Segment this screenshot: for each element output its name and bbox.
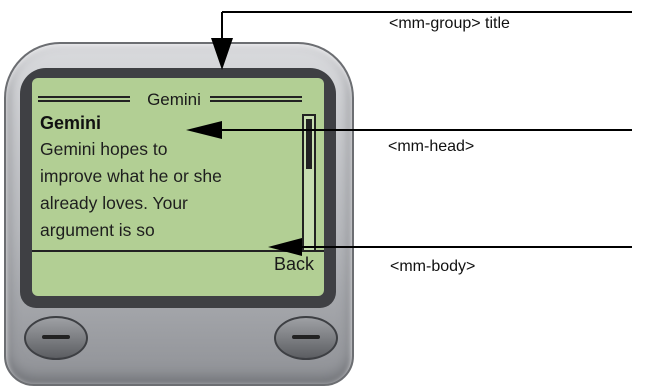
left-arrow-icon	[186, 121, 222, 139]
annotation-head: <mm-head>	[388, 138, 475, 155]
left-arrow-icon	[268, 238, 302, 256]
annotation-arrows	[186, 11, 632, 256]
down-arrow-icon	[211, 38, 233, 70]
annotation-body: <mm-body>	[390, 258, 476, 275]
annotation-group-title: <mm-group> title	[389, 15, 510, 32]
diagram-stage: Gemini Gemini Gemini hopes to improve wh…	[0, 0, 655, 386]
